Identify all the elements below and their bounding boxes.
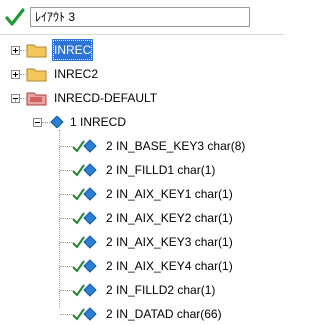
tree-node-field[interactable]: 2 IN_BASE_KEY3 char(8): [0, 135, 284, 157]
tree-node-field[interactable]: 2 IN_DATAD char(66): [0, 303, 284, 325]
tree-connector: [42, 122, 50, 124]
tree-node-label: 2 IN_AIX_KEY3 char(1): [106, 235, 233, 249]
checkmark-icon[interactable]: [4, 6, 26, 28]
tree-node-label: 2 IN_FILLD2 char(1): [106, 283, 216, 297]
expand-toggle[interactable]: [11, 70, 20, 79]
tree-node-inrec2[interactable]: INREC2: [0, 63, 284, 85]
tree-node-inrecd[interactable]: 1 INRECD: [0, 111, 284, 133]
tree-node-label: 2 IN_BASE_KEY3 char(8): [106, 139, 246, 153]
tree-node-label: 2 IN_FILLD1 char(1): [106, 163, 216, 177]
tree-node-field[interactable]: 2 IN_AIX_KEY3 char(1): [0, 231, 284, 253]
diamond-icon: [50, 116, 64, 128]
tree-node-label: 2 IN_DATAD char(66): [106, 307, 222, 321]
tree-node-label: 2 IN_AIX_KEY1 char(1): [106, 187, 233, 201]
tree-node-inrec[interactable]: INREC: [0, 39, 284, 61]
tree-connector: [15, 99, 17, 101]
tree-node-label: 2 IN_AIX_KEY2 char(1): [106, 211, 233, 225]
layout-name-text: ﾚｲｱｳﾄ 3: [35, 10, 76, 24]
tree-node-inrecd-default[interactable]: INRECD-DEFAULT: [0, 87, 284, 109]
check-diamond-icon: [72, 307, 97, 321]
tree-node-field[interactable]: 2 IN_AIX_KEY2 char(1): [0, 207, 284, 229]
check-diamond-icon: [72, 259, 97, 273]
expand-toggle[interactable]: [11, 46, 20, 55]
tree-node-field[interactable]: 2 IN_FILLD1 char(1): [0, 159, 284, 181]
check-diamond-icon: [72, 187, 97, 201]
check-diamond-icon: [72, 211, 97, 225]
tree-node-field[interactable]: 2 IN_FILLD2 char(1): [0, 279, 284, 301]
check-diamond-icon: [72, 139, 97, 153]
tree-node-label: 2 IN_AIX_KEY4 char(1): [106, 259, 233, 273]
toolbar: ﾚｲｱｳﾄ 3: [0, 0, 284, 34]
check-diamond-icon: [72, 235, 97, 249]
folder-icon: [26, 44, 47, 58]
check-diamond-icon: [72, 163, 97, 177]
tree-node-field[interactable]: 2 IN_AIX_KEY1 char(1): [0, 183, 284, 205]
tree-node-label: 1 INRECD: [70, 115, 127, 129]
tree-node-field[interactable]: 2 IN_AIX_KEY4 char(1): [0, 255, 284, 277]
layout-name-field[interactable]: ﾚｲｱｳﾄ 3: [30, 7, 250, 27]
folder-red-icon: [26, 92, 47, 106]
collapse-toggle[interactable]: [33, 118, 42, 127]
tree-node-label: INREC2: [54, 67, 99, 81]
tree-node-label: INRECD-DEFAULT: [54, 91, 158, 105]
check-diamond-icon: [72, 283, 97, 297]
tree-node-label: INREC: [52, 39, 94, 61]
tree-view: INREC INREC2 INRECD-DEFAULT 1 INRECD 2 I…: [0, 35, 284, 324]
folder-icon: [26, 68, 47, 82]
